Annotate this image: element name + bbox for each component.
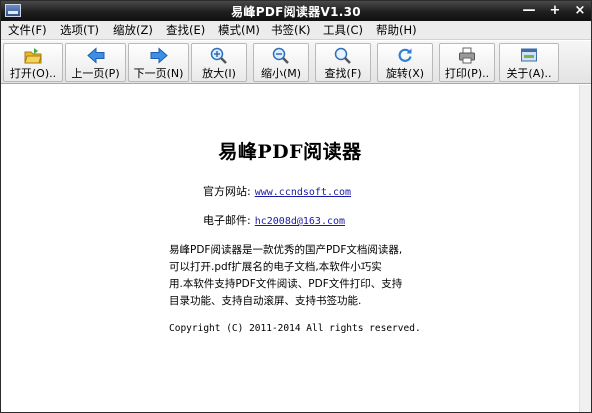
- search-icon: [334, 47, 351, 64]
- find-label: 查找(F): [324, 67, 362, 80]
- open-folder-icon: [24, 48, 42, 64]
- prev-page-button[interactable]: 上一页(P): [65, 43, 126, 82]
- zoom-out-icon: [272, 47, 289, 64]
- zoom-out-label: 缩小(M): [260, 67, 302, 80]
- maximize-button[interactable]: +: [546, 2, 564, 19]
- arrow-right-icon: [150, 47, 168, 64]
- zoom-in-label: 放大(I): [202, 67, 236, 80]
- open-label: 打开(O)..: [9, 67, 57, 80]
- about-icon: [521, 48, 537, 62]
- minimize-button[interactable]: —: [520, 2, 538, 19]
- website-row: 官方网站: www.ccndsoft.com: [203, 183, 351, 199]
- email-label: 电子邮件:: [203, 214, 251, 227]
- rotate-icon: [398, 48, 412, 62]
- title-bar[interactable]: 易峰PDF阅读器V1.30 — + ×: [1, 1, 591, 21]
- toolbar: 打开(O).. 上一页(P) 下一页(N) 放大(I) 缩小(M) 查找(F) …: [1, 41, 591, 84]
- menu-tools[interactable]: 工具(C): [321, 23, 365, 39]
- description-line: 目录功能、支持自动滚屏、支持书签功能.: [169, 295, 362, 307]
- document-title: 易峰PDF阅读器: [218, 141, 362, 163]
- about-label: 关于(A)..: [506, 67, 552, 80]
- zoom-out-button[interactable]: 缩小(M): [253, 43, 309, 82]
- description-line: 易峰PDF阅读器是一款优秀的国产PDF文档阅读器,: [169, 244, 403, 256]
- menu-zoom[interactable]: 缩放(Z): [111, 23, 155, 39]
- zoom-in-icon: [210, 47, 227, 64]
- rotate-button[interactable]: 旋转(X): [377, 43, 433, 82]
- description-text: 易峰PDF阅读器是一款优秀的国产PDF文档阅读器, 可以打开.pdf扩展名的电子…: [169, 242, 444, 310]
- email-row: 电子邮件: hc2008d@163.com: [203, 212, 345, 228]
- print-button[interactable]: 打印(P)..: [439, 43, 495, 82]
- next-page-button[interactable]: 下一页(N): [128, 43, 189, 82]
- website-label: 官方网站:: [203, 185, 251, 198]
- rotate-label: 旋转(X): [385, 67, 425, 80]
- menu-bookmark[interactable]: 书签(K): [269, 23, 313, 39]
- prev-page-label: 上一页(P): [71, 67, 120, 80]
- document-view[interactable]: 易峰PDF阅读器 官方网站: www.ccndsoft.com 电子邮件: hc20…: [1, 85, 579, 412]
- website-link[interactable]: www.ccndsoft.com: [255, 187, 351, 198]
- menu-help[interactable]: 帮助(H): [374, 23, 419, 39]
- menu-options[interactable]: 选项(T): [58, 23, 101, 39]
- menu-bar: 文件(F) 选项(T) 缩放(Z) 查找(E) 模式(M) 书签(K) 工具(C…: [1, 21, 591, 40]
- find-button[interactable]: 查找(F): [315, 43, 371, 82]
- app-window: 易峰PDF阅读器V1.30 — + × 文件(F) 选项(T) 缩放(Z) 查找…: [0, 0, 592, 413]
- open-button[interactable]: 打开(O)..: [3, 43, 63, 82]
- next-page-label: 下一页(N): [133, 67, 184, 80]
- printer-icon: [459, 47, 475, 64]
- window-title: 易峰PDF阅读器V1.30: [231, 5, 361, 19]
- vertical-scrollbar[interactable]: [579, 85, 591, 412]
- zoom-in-button[interactable]: 放大(I): [191, 43, 247, 82]
- email-link[interactable]: hc2008d@163.com: [255, 216, 345, 227]
- about-button[interactable]: 关于(A)..: [499, 43, 559, 82]
- menu-find[interactable]: 查找(E): [164, 23, 207, 39]
- print-label: 打印(P)..: [444, 67, 490, 80]
- close-button[interactable]: ×: [571, 2, 589, 19]
- copyright-text: Copyright (C) 2011-2014 All rights reser…: [169, 323, 421, 334]
- menu-file[interactable]: 文件(F): [6, 23, 49, 39]
- arrow-left-icon: [86, 47, 104, 64]
- description-line: 用.本软件支持PDF文件阅读、PDF文件打印、支持: [169, 278, 403, 290]
- menu-mode[interactable]: 模式(M): [216, 23, 262, 39]
- description-line: 可以打开.pdf扩展名的电子文档,本软件小巧实: [169, 261, 382, 273]
